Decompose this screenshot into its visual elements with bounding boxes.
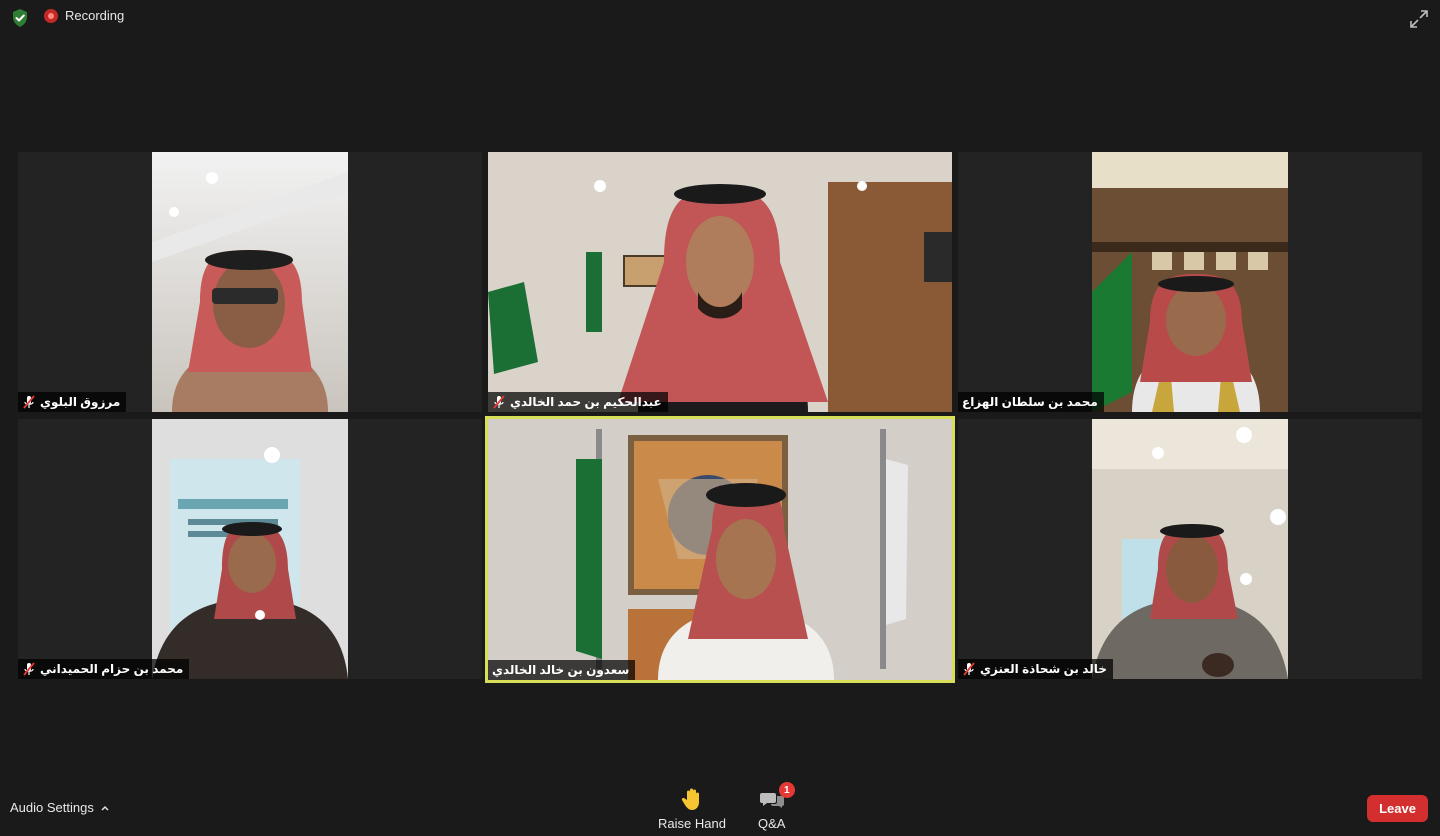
- raised-hand-icon: [681, 788, 699, 810]
- participant-video: [152, 152, 348, 412]
- leave-button[interactable]: Leave: [1367, 795, 1428, 822]
- participant-video: [1092, 419, 1288, 679]
- mic-muted-icon: [23, 395, 35, 409]
- security-shield-icon[interactable]: [10, 8, 30, 28]
- raise-hand-label: Raise Hand: [658, 816, 726, 831]
- mic-muted-icon: [963, 662, 975, 676]
- participant-name-tag: خالد بن شحاذة العنزي: [958, 659, 1113, 679]
- video-tile[interactable]: محمد بن سلطان الهزاع: [958, 152, 1422, 412]
- mic-muted-icon: [493, 395, 505, 409]
- qa-button[interactable]: 1 Q&A: [758, 782, 795, 831]
- recording-label: Recording: [65, 8, 125, 23]
- participant-name: محمد بن سلطان الهزاع: [962, 395, 1098, 409]
- video-tile[interactable]: محمد بن حزام الحميداني: [18, 419, 482, 679]
- audio-settings-button[interactable]: Audio Settings: [10, 800, 110, 815]
- recording-icon: [44, 8, 58, 23]
- participant-video: [488, 419, 952, 680]
- participant-name: محمد بن حزام الحميداني: [40, 662, 184, 676]
- top-bar: Recording: [0, 0, 1440, 34]
- mic-muted-icon: [23, 662, 35, 676]
- participant-video: [488, 152, 952, 412]
- video-tile[interactable]: خالد بن شحاذة العنزي: [958, 419, 1422, 679]
- participant-name-tag: سعدون بن خالد الخالدي: [488, 660, 636, 680]
- qa-label: Q&A: [758, 816, 786, 831]
- audio-settings-label: Audio Settings: [10, 800, 94, 815]
- chevron-up-icon[interactable]: [100, 803, 110, 813]
- participant-video: [152, 419, 348, 679]
- participant-name: مرزوق البلوي: [40, 395, 121, 409]
- participant-name-tag: عبدالحكيم بن حمد الخالدي: [488, 392, 668, 412]
- recording-indicator[interactable]: Recording: [44, 8, 124, 23]
- participant-name-tag: محمد بن حزام الحميداني: [18, 659, 190, 679]
- raise-hand-button[interactable]: Raise Hand: [658, 786, 726, 831]
- participant-name: خالد بن شحاذة العنزي: [980, 662, 1107, 676]
- participant-name: سعدون بن خالد الخالدي: [492, 663, 630, 677]
- participant-name-tag: مرزوق البلوي: [18, 392, 127, 412]
- participant-name: عبدالحكيم بن حمد الخالدي: [510, 395, 662, 409]
- participant-name-tag: محمد بن سلطان الهزاع: [958, 392, 1104, 412]
- video-tile[interactable]: مرزوق البلوي: [18, 152, 482, 412]
- video-tile[interactable]: عبدالحكيم بن حمد الخالدي: [488, 152, 952, 412]
- video-tile-active-speaker[interactable]: سعدون بن خالد الخالدي: [485, 416, 955, 683]
- fullscreen-icon[interactable]: [1408, 8, 1430, 30]
- participant-video: [1092, 152, 1288, 412]
- qa-icon-wrapper: 1: [759, 782, 795, 812]
- qa-badge: 1: [778, 782, 795, 798]
